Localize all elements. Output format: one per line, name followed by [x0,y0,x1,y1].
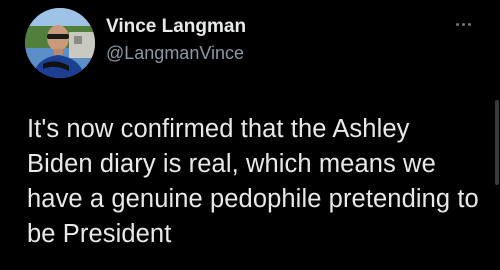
avatar[interactable] [25,8,95,78]
tweet-text: It's now confirmed that the Ashley Biden… [27,115,479,248]
tweet-card: Vince Langman @LangmanVince It's now con… [0,0,500,270]
profile-photo-icon [25,8,95,78]
author-info: Vince Langman @LangmanVince [106,16,246,64]
more-dot [461,22,465,26]
more-options-icon[interactable] [448,14,478,34]
scrollbar[interactable] [495,100,499,185]
author-handle[interactable]: @LangmanVince [106,42,246,64]
author-display-name[interactable]: Vince Langman [106,16,246,38]
more-dot [467,22,471,26]
more-dot [455,22,459,26]
